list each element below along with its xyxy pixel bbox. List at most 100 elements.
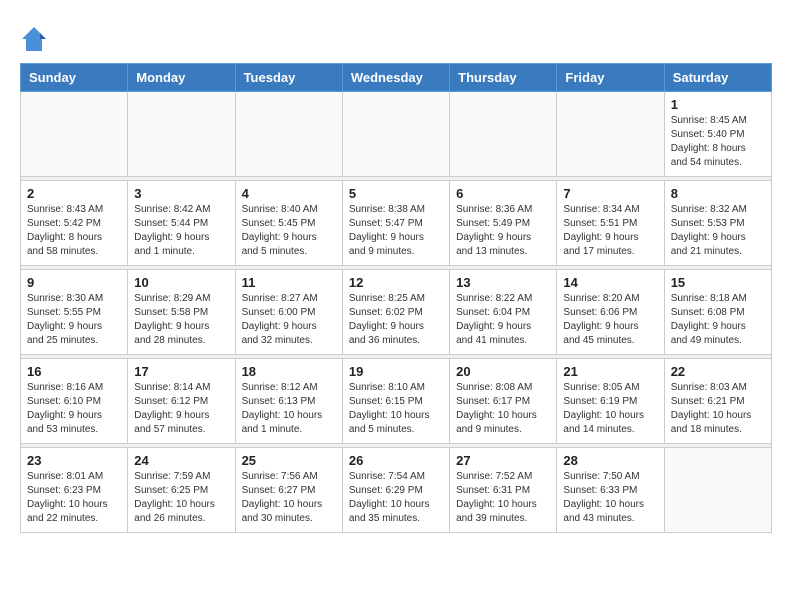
day-number: 22 bbox=[671, 364, 765, 379]
day-number: 6 bbox=[456, 186, 550, 201]
calendar-day-cell: 7 Sunrise: 8:34 AM Sunset: 5:51 PM Daylig… bbox=[557, 181, 664, 266]
day-info: Sunrise: 8:08 AM Sunset: 6:17 PM Dayligh… bbox=[456, 381, 550, 437]
day-number: 16 bbox=[27, 364, 121, 379]
day-number: 27 bbox=[456, 453, 550, 468]
calendar-day-cell: 9 Sunrise: 8:30 AM Sunset: 5:55 PM Daylig… bbox=[21, 270, 128, 355]
calendar-day-cell bbox=[450, 92, 557, 177]
calendar-day-cell: 20 Sunrise: 8:08 AM Sunset: 6:17 PM Dayli… bbox=[450, 359, 557, 444]
calendar-day-cell: 24 Sunrise: 7:59 AM Sunset: 6:25 PM Dayli… bbox=[128, 448, 235, 533]
day-number: 3 bbox=[134, 186, 228, 201]
calendar-header-saturday: Saturday bbox=[664, 64, 771, 92]
day-info: Sunrise: 8:14 AM Sunset: 6:12 PM Dayligh… bbox=[134, 381, 228, 437]
day-info: Sunrise: 7:52 AM Sunset: 6:31 PM Dayligh… bbox=[456, 470, 550, 526]
day-info: Sunrise: 8:40 AM Sunset: 5:45 PM Dayligh… bbox=[242, 203, 336, 259]
day-info: Sunrise: 8:45 AM Sunset: 5:40 PM Dayligh… bbox=[671, 114, 765, 170]
day-info: Sunrise: 7:56 AM Sunset: 6:27 PM Dayligh… bbox=[242, 470, 336, 526]
logo bbox=[20, 25, 52, 53]
calendar-day-cell: 2 Sunrise: 8:43 AM Sunset: 5:42 PM Daylig… bbox=[21, 181, 128, 266]
day-info: Sunrise: 8:25 AM Sunset: 6:02 PM Dayligh… bbox=[349, 292, 443, 348]
day-number: 26 bbox=[349, 453, 443, 468]
day-info: Sunrise: 8:42 AM Sunset: 5:44 PM Dayligh… bbox=[134, 203, 228, 259]
calendar-day-cell bbox=[21, 92, 128, 177]
day-number: 15 bbox=[671, 275, 765, 290]
day-number: 12 bbox=[349, 275, 443, 290]
day-info: Sunrise: 8:38 AM Sunset: 5:47 PM Dayligh… bbox=[349, 203, 443, 259]
day-info: Sunrise: 7:50 AM Sunset: 6:33 PM Dayligh… bbox=[563, 470, 657, 526]
calendar-day-cell: 17 Sunrise: 8:14 AM Sunset: 6:12 PM Dayli… bbox=[128, 359, 235, 444]
day-info: Sunrise: 8:22 AM Sunset: 6:04 PM Dayligh… bbox=[456, 292, 550, 348]
calendar-day-cell: 26 Sunrise: 7:54 AM Sunset: 6:29 PM Dayli… bbox=[342, 448, 449, 533]
day-info: Sunrise: 8:01 AM Sunset: 6:23 PM Dayligh… bbox=[27, 470, 121, 526]
calendar-day-cell: 1 Sunrise: 8:45 AM Sunset: 5:40 PM Daylig… bbox=[664, 92, 771, 177]
day-number: 19 bbox=[349, 364, 443, 379]
calendar-day-cell: 19 Sunrise: 8:10 AM Sunset: 6:15 PM Dayli… bbox=[342, 359, 449, 444]
day-info: Sunrise: 8:30 AM Sunset: 5:55 PM Dayligh… bbox=[27, 292, 121, 348]
day-info: Sunrise: 7:59 AM Sunset: 6:25 PM Dayligh… bbox=[134, 470, 228, 526]
day-number: 20 bbox=[456, 364, 550, 379]
calendar-day-cell: 21 Sunrise: 8:05 AM Sunset: 6:19 PM Dayli… bbox=[557, 359, 664, 444]
calendar-week-row: 1 Sunrise: 8:45 AM Sunset: 5:40 PM Daylig… bbox=[21, 92, 772, 177]
calendar-day-cell: 16 Sunrise: 8:16 AM Sunset: 6:10 PM Dayli… bbox=[21, 359, 128, 444]
day-info: Sunrise: 8:18 AM Sunset: 6:08 PM Dayligh… bbox=[671, 292, 765, 348]
calendar-day-cell: 23 Sunrise: 8:01 AM Sunset: 6:23 PM Dayli… bbox=[21, 448, 128, 533]
day-number: 7 bbox=[563, 186, 657, 201]
calendar-day-cell: 4 Sunrise: 8:40 AM Sunset: 5:45 PM Daylig… bbox=[235, 181, 342, 266]
calendar-day-cell: 12 Sunrise: 8:25 AM Sunset: 6:02 PM Dayli… bbox=[342, 270, 449, 355]
calendar-day-cell: 11 Sunrise: 8:27 AM Sunset: 6:00 PM Dayli… bbox=[235, 270, 342, 355]
calendar-day-cell: 5 Sunrise: 8:38 AM Sunset: 5:47 PM Daylig… bbox=[342, 181, 449, 266]
day-number: 21 bbox=[563, 364, 657, 379]
day-info: Sunrise: 8:16 AM Sunset: 6:10 PM Dayligh… bbox=[27, 381, 121, 437]
calendar-day-cell bbox=[128, 92, 235, 177]
day-number: 1 bbox=[671, 97, 765, 112]
day-number: 17 bbox=[134, 364, 228, 379]
calendar-day-cell bbox=[342, 92, 449, 177]
day-number: 8 bbox=[671, 186, 765, 201]
day-info: Sunrise: 8:20 AM Sunset: 6:06 PM Dayligh… bbox=[563, 292, 657, 348]
day-number: 28 bbox=[563, 453, 657, 468]
calendar-table: SundayMondayTuesdayWednesdayThursdayFrid… bbox=[20, 63, 772, 533]
calendar-week-row: 23 Sunrise: 8:01 AM Sunset: 6:23 PM Dayli… bbox=[21, 448, 772, 533]
logo-icon bbox=[20, 25, 48, 53]
calendar-day-cell: 22Sunrise: 8:03 AM Sunset: 6:21 PM Dayli… bbox=[664, 359, 771, 444]
calendar-week-row: 16 Sunrise: 8:16 AM Sunset: 6:10 PM Dayli… bbox=[21, 359, 772, 444]
day-info: Sunrise: 7:54 AM Sunset: 6:29 PM Dayligh… bbox=[349, 470, 443, 526]
calendar-header-row: SundayMondayTuesdayWednesdayThursdayFrid… bbox=[21, 64, 772, 92]
day-number: 5 bbox=[349, 186, 443, 201]
day-number: 25 bbox=[242, 453, 336, 468]
page-header bbox=[20, 20, 772, 53]
day-number: 14 bbox=[563, 275, 657, 290]
day-number: 2 bbox=[27, 186, 121, 201]
day-info: Sunrise: 8:36 AM Sunset: 5:49 PM Dayligh… bbox=[456, 203, 550, 259]
calendar-week-row: 2 Sunrise: 8:43 AM Sunset: 5:42 PM Daylig… bbox=[21, 181, 772, 266]
calendar-day-cell: 25 Sunrise: 7:56 AM Sunset: 6:27 PM Dayli… bbox=[235, 448, 342, 533]
calendar-header-friday: Friday bbox=[557, 64, 664, 92]
calendar-day-cell: 13 Sunrise: 8:22 AM Sunset: 6:04 PM Dayli… bbox=[450, 270, 557, 355]
day-info: Sunrise: 8:34 AM Sunset: 5:51 PM Dayligh… bbox=[563, 203, 657, 259]
calendar-header-sunday: Sunday bbox=[21, 64, 128, 92]
day-info: Sunrise: 8:43 AM Sunset: 5:42 PM Dayligh… bbox=[27, 203, 121, 259]
calendar-day-cell: 15 Sunrise: 8:18 AM Sunset: 6:08 PM Dayli… bbox=[664, 270, 771, 355]
calendar-day-cell bbox=[557, 92, 664, 177]
day-info: Sunrise: 8:10 AM Sunset: 6:15 PM Dayligh… bbox=[349, 381, 443, 437]
calendar-day-cell: 27 Sunrise: 7:52 AM Sunset: 6:31 PM Dayli… bbox=[450, 448, 557, 533]
day-info: Sunrise: 8:05 AM Sunset: 6:19 PM Dayligh… bbox=[563, 381, 657, 437]
day-info: Sunrise: 8:12 AM Sunset: 6:13 PM Dayligh… bbox=[242, 381, 336, 437]
calendar-header-tuesday: Tuesday bbox=[235, 64, 342, 92]
calendar-day-cell: 6 Sunrise: 8:36 AM Sunset: 5:49 PM Daylig… bbox=[450, 181, 557, 266]
calendar-day-cell: 28 Sunrise: 7:50 AM Sunset: 6:33 PM Dayli… bbox=[557, 448, 664, 533]
day-number: 13 bbox=[456, 275, 550, 290]
day-number: 23 bbox=[27, 453, 121, 468]
calendar-header-wednesday: Wednesday bbox=[342, 64, 449, 92]
day-info: Sunrise: 8:29 AM Sunset: 5:58 PM Dayligh… bbox=[134, 292, 228, 348]
calendar-day-cell bbox=[664, 448, 771, 533]
day-info: Sunrise: 8:27 AM Sunset: 6:00 PM Dayligh… bbox=[242, 292, 336, 348]
day-number: 18 bbox=[242, 364, 336, 379]
day-number: 4 bbox=[242, 186, 336, 201]
calendar-day-cell: 18 Sunrise: 8:12 AM Sunset: 6:13 PM Dayli… bbox=[235, 359, 342, 444]
day-info: Sunrise: 8:32 AM Sunset: 5:53 PM Dayligh… bbox=[671, 203, 765, 259]
day-number: 24 bbox=[134, 453, 228, 468]
day-number: 9 bbox=[27, 275, 121, 290]
calendar-day-cell bbox=[235, 92, 342, 177]
calendar-day-cell: 10Sunrise: 8:29 AM Sunset: 5:58 PM Dayli… bbox=[128, 270, 235, 355]
day-number: 11 bbox=[242, 275, 336, 290]
